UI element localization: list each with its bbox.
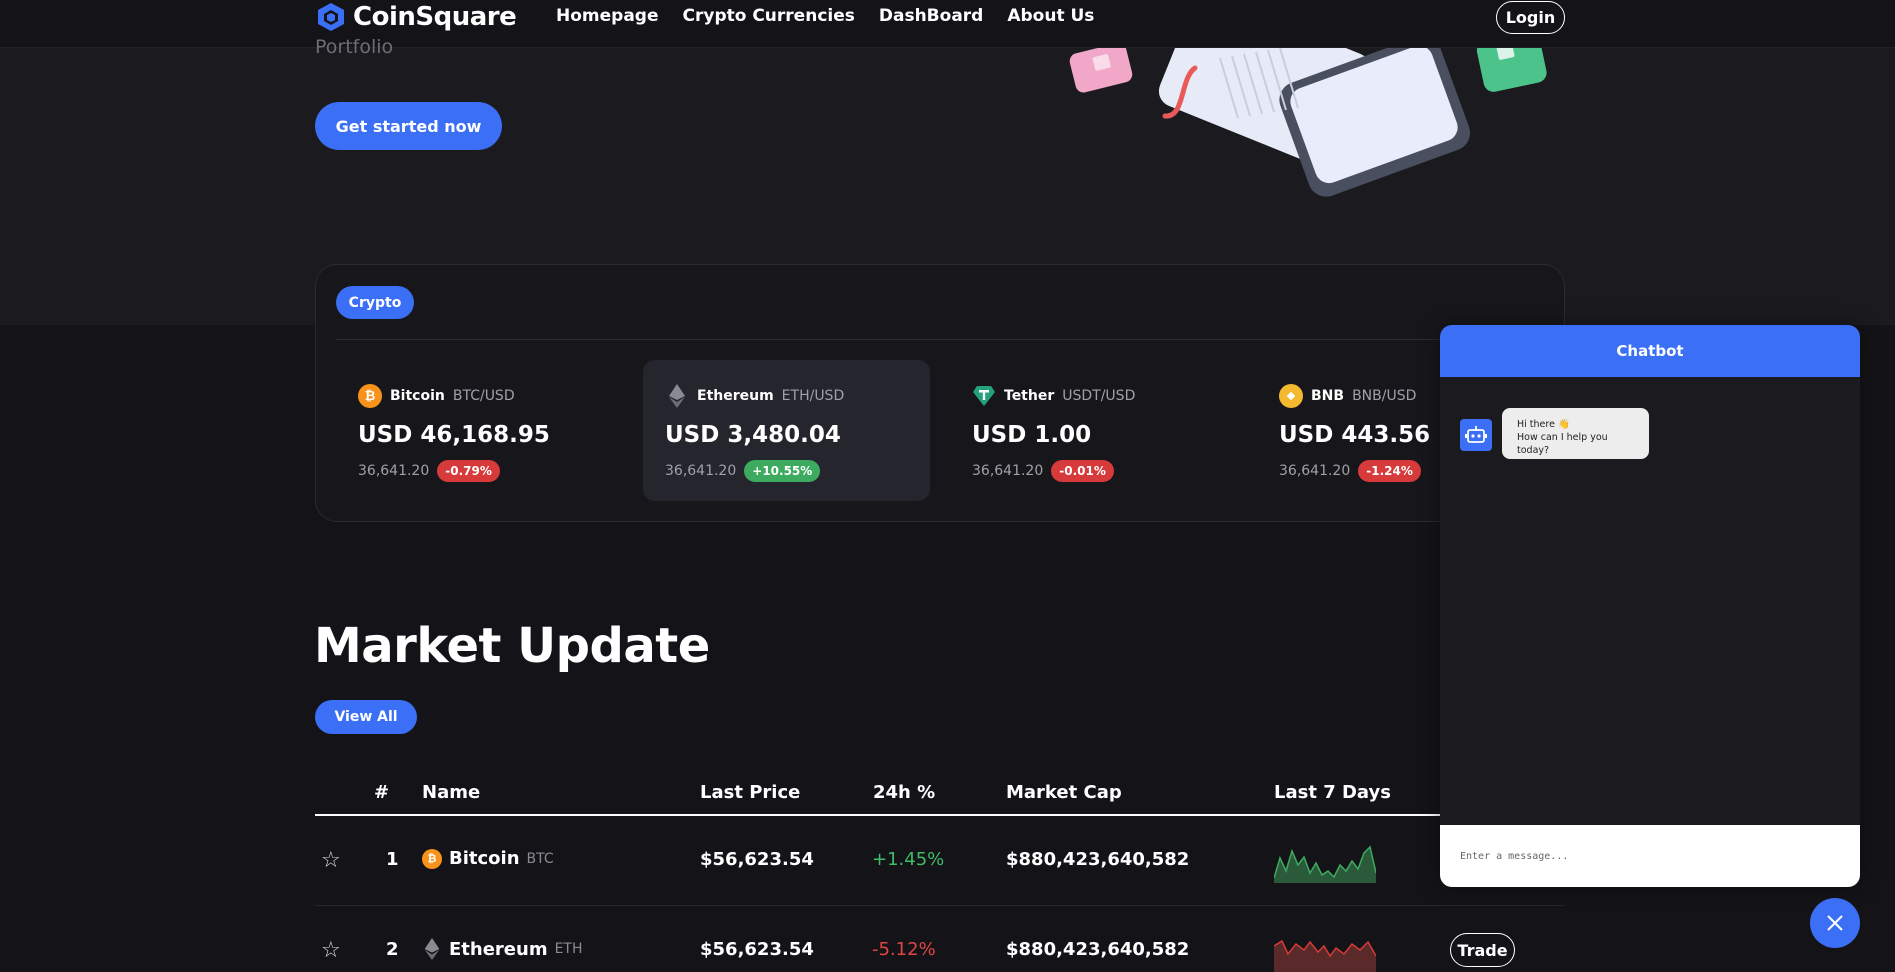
nav-link-crypto-currencies[interactable]: Crypto Currencies (683, 6, 855, 26)
hero-portfolio-text: Portfolio (315, 36, 394, 58)
market-update-title: Market Update (314, 618, 710, 674)
top-nav: CoinSquare Homepage Crypto Currencies Da… (0, 0, 1895, 48)
crypto-card-price: USD 1.00 (972, 422, 1092, 448)
nav-link-dashboard[interactable]: DashBoard (879, 6, 983, 26)
crypto-tab[interactable]: Crypto (336, 286, 414, 319)
row-coin-name: Ethereum (449, 938, 548, 960)
column-header-market-cap: Market Cap (1006, 782, 1122, 803)
crypto-card-pair: ETH/USD (781, 388, 845, 404)
crypto-card-name: Ethereum (697, 388, 774, 404)
crypto-card-name: Bitcoin (390, 388, 445, 404)
change-badge: -0.01% (1051, 460, 1114, 482)
row-name[interactable]: Ethereum ETH (422, 938, 583, 960)
crypto-card-pair: BNB/USD (1352, 388, 1417, 404)
cube-logo-icon (318, 3, 344, 31)
change-badge: -0.79% (437, 460, 500, 482)
crypto-card-price: USD 3,480.04 (665, 422, 841, 448)
get-started-button[interactable]: Get started now (315, 102, 502, 150)
chatbot-messages: Hi there 👋 How can I help you today? (1440, 377, 1860, 825)
bitcoin-icon: ₿ (422, 848, 442, 869)
row-coin-name: Bitcoin (449, 848, 520, 869)
crypto-card-bitcoin[interactable]: ₿ Bitcoin BTC/USD USD 46,168.95 36,641.2… (336, 360, 623, 501)
column-header-last-7-days: Last 7 Days (1274, 782, 1391, 803)
column-header-last-price: Last Price (700, 782, 801, 803)
hero-illustration (1069, 48, 1547, 197)
crypto-card-price: USD 46,168.95 (358, 422, 550, 448)
ethereum-icon (424, 938, 440, 960)
column-header-rank: # (374, 782, 390, 803)
chatbot-close-button[interactable] (1810, 898, 1860, 948)
chatbot-header: Chatbot (1440, 325, 1860, 377)
view-all-button[interactable]: View All (315, 700, 417, 734)
row-market-cap: $880,423,640,582 (1006, 849, 1190, 870)
crypto-card-sub-value: 36,641.20 (972, 463, 1044, 479)
chatbot-title: Chatbot (1616, 342, 1684, 360)
nav-links: Homepage Crypto Currencies DashBoard Abo… (556, 6, 1094, 26)
bot-message: Hi there 👋 How can I help you today? (1502, 408, 1649, 459)
nav-link-homepage[interactable]: Homepage (556, 6, 659, 26)
chatbot-window: Chatbot Hi there 👋 How can I help you to… (1440, 325, 1860, 887)
bot-avatar-icon (1460, 419, 1492, 451)
crypto-panel: Crypto ₿ Bitcoin BTC/USD USD 46,168.95 3… (315, 264, 1565, 522)
bnb-icon (1279, 384, 1303, 408)
tether-icon (972, 384, 996, 408)
crypto-card-sub-value: 36,641.20 (1279, 463, 1351, 479)
crypto-card-pair: USDT/USD (1062, 388, 1136, 404)
change-badge: +10.55% (744, 460, 821, 482)
sparkline-chart (1274, 845, 1376, 883)
row-rank: 2 (386, 939, 399, 960)
crypto-card-sub-value: 36,641.20 (358, 463, 430, 479)
row-market-cap: $880,423,640,582 (1006, 939, 1190, 960)
logo[interactable]: CoinSquare (317, 2, 517, 32)
close-icon (1827, 915, 1843, 931)
row-24h-change: -5.12% (872, 939, 936, 960)
table-row: ☆ 1 ₿ Bitcoin BTC $56,623.54 +1.45% $880… (315, 816, 1565, 906)
login-button[interactable]: Login (1496, 1, 1565, 34)
row-coin-symbol: ETH (554, 941, 583, 957)
nav-link-about-us[interactable]: About Us (1007, 6, 1094, 26)
crypto-card-sub-value: 36,641.20 (665, 463, 737, 479)
row-24h-change: +1.45% (872, 849, 945, 870)
row-rank: 1 (386, 849, 399, 870)
ethereum-icon (665, 384, 689, 408)
crypto-card-name: BNB (1311, 388, 1345, 404)
change-badge: -1.24% (1358, 460, 1421, 482)
bitcoin-icon: ₿ (358, 384, 382, 408)
crypto-card-ethereum[interactable]: Ethereum ETH/USD USD 3,480.04 36,641.20 … (643, 360, 930, 501)
bot-message-line: How can I help you today? (1517, 432, 1608, 456)
crypto-card-pair: BTC/USD (452, 388, 515, 404)
trade-button[interactable]: Trade (1450, 933, 1515, 967)
favorite-star-icon[interactable]: ☆ (321, 848, 341, 873)
column-header-name: Name (422, 782, 481, 803)
crypto-card-name: Tether (1004, 388, 1055, 404)
favorite-star-icon[interactable]: ☆ (321, 938, 341, 963)
bot-message-line: Hi there 👋 (1517, 419, 1570, 430)
table-row: ☆ 2 Ethereum ETH $56,623.54 -5.12% $880,… (315, 906, 1565, 972)
sparkline-chart (1274, 939, 1376, 972)
row-coin-symbol: BTC (526, 850, 554, 867)
crypto-card-tether[interactable]: Tether USDT/USD USD 1.00 36,641.20 -0.01… (950, 360, 1237, 501)
row-last-price: $56,623.54 (700, 939, 814, 960)
logo-text: CoinSquare (353, 2, 517, 32)
row-name[interactable]: ₿ Bitcoin BTC (422, 848, 554, 869)
chat-message-input[interactable] (1440, 825, 1860, 887)
divider (336, 339, 1546, 340)
market-table-header: # Name Last Price 24h % Market Cap Last … (315, 780, 1565, 816)
column-header-24h: 24h % (873, 782, 936, 803)
row-last-price: $56,623.54 (700, 849, 814, 870)
